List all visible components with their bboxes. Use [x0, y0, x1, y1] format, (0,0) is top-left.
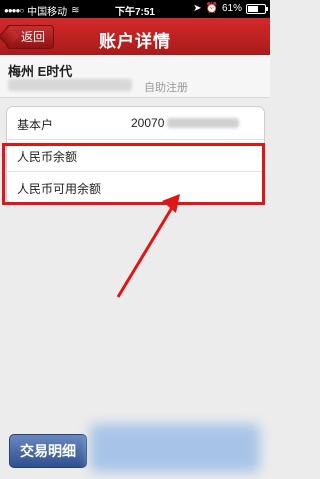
redacted-button[interactable]	[90, 424, 260, 472]
trade-detail-label: 交易明细	[20, 443, 76, 459]
annotation-arrow-icon	[116, 194, 180, 298]
arrow-shaft	[116, 200, 178, 298]
trade-detail-button[interactable]: 交易明细	[9, 434, 87, 468]
